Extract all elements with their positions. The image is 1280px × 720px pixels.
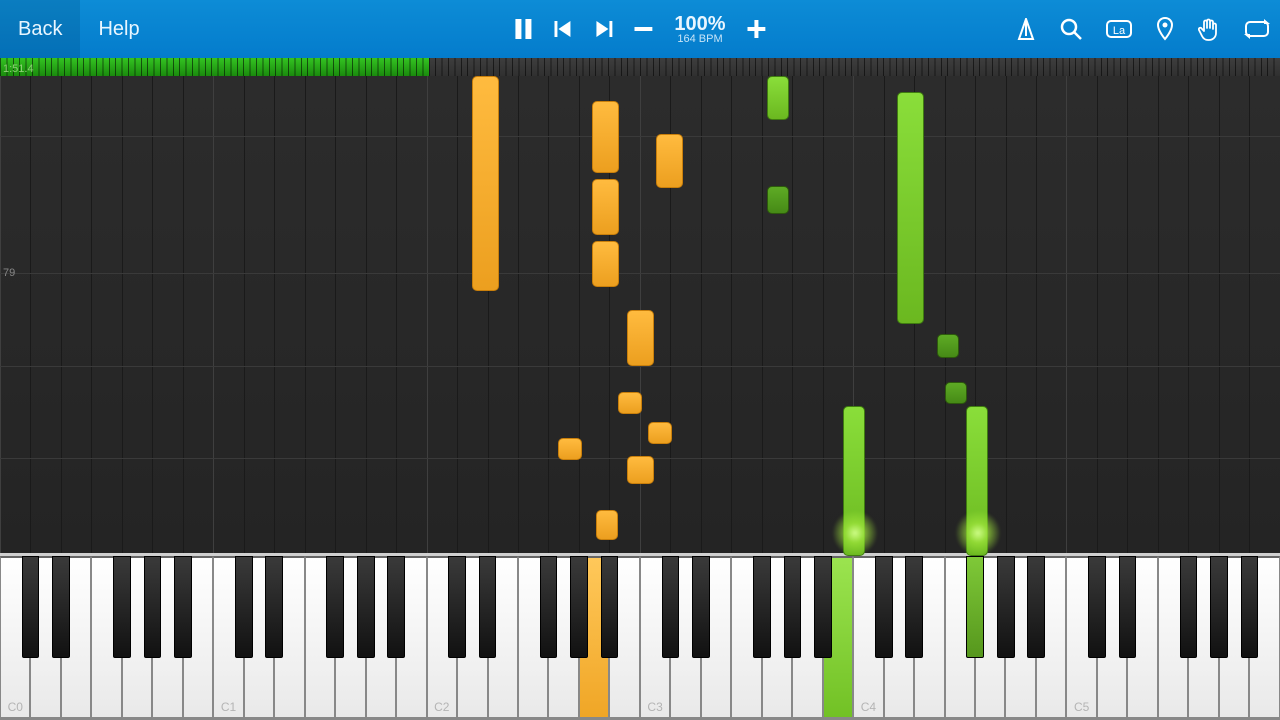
- note: [966, 406, 988, 556]
- hand-icon[interactable]: [1198, 17, 1220, 41]
- octave-label: C0: [1, 700, 29, 714]
- black-key[interactable]: [662, 556, 680, 658]
- black-key[interactable]: [905, 556, 923, 658]
- note: [558, 438, 582, 460]
- octave-label: C2: [428, 700, 456, 714]
- black-key[interactable]: [692, 556, 710, 658]
- note: [592, 179, 619, 235]
- loop-icon[interactable]: [1244, 19, 1270, 39]
- black-key[interactable]: [22, 556, 40, 658]
- black-key[interactable]: [235, 556, 253, 658]
- black-key[interactable]: [174, 556, 192, 658]
- topbar: Back Help 100% 164 BPM La: [0, 0, 1280, 58]
- octave-label: C1: [214, 700, 242, 714]
- pause-icon[interactable]: [514, 19, 532, 39]
- right-tools: La: [1016, 0, 1270, 58]
- black-key[interactable]: [1210, 556, 1228, 658]
- note-roll[interactable]: 79: [0, 76, 1280, 556]
- note: [596, 510, 618, 540]
- marker-icon[interactable]: [1156, 17, 1174, 41]
- bpm-label: 164 BPM: [677, 34, 722, 45]
- black-key[interactable]: [1180, 556, 1198, 658]
- octave-label: C5: [1067, 700, 1095, 714]
- tempo-display[interactable]: 100% 164 BPM: [674, 14, 725, 45]
- octave-label: C4: [854, 700, 882, 714]
- note: [648, 422, 672, 444]
- black-key[interactable]: [144, 556, 162, 658]
- black-key[interactable]: [265, 556, 283, 658]
- labels-icon[interactable]: La: [1106, 18, 1132, 40]
- black-key[interactable]: [875, 556, 893, 658]
- octave-label: C3: [641, 700, 669, 714]
- black-key[interactable]: [814, 556, 832, 658]
- black-key[interactable]: [1119, 556, 1137, 658]
- note: [767, 76, 789, 120]
- note: [767, 186, 789, 214]
- plus-icon[interactable]: [748, 20, 766, 38]
- note: [656, 134, 683, 188]
- svg-text:La: La: [1113, 25, 1126, 37]
- black-key[interactable]: [113, 556, 131, 658]
- minus-icon[interactable]: [634, 20, 652, 38]
- metronome-icon[interactable]: [1016, 18, 1036, 40]
- keyboard[interactable]: C0 C1 C2 C3 C4 C5: [0, 556, 1280, 720]
- next-icon[interactable]: [594, 21, 612, 37]
- row-marker: 79: [3, 267, 15, 279]
- black-key[interactable]: [387, 556, 405, 658]
- time-elapsed: 1:51.4: [3, 63, 34, 75]
- percent-label: 100%: [674, 14, 725, 34]
- black-key[interactable]: [966, 556, 984, 658]
- black-key[interactable]: [753, 556, 771, 658]
- progress-bar[interactable]: 1:51.4 5:32.5: [0, 58, 1280, 76]
- black-key[interactable]: [357, 556, 375, 658]
- black-key[interactable]: [448, 556, 466, 658]
- playback-controls: 100% 164 BPM: [514, 0, 765, 58]
- progress-ticks: [0, 58, 1280, 76]
- search-icon[interactable]: [1060, 18, 1082, 40]
- note: [618, 392, 642, 414]
- back-button[interactable]: Back: [0, 0, 80, 58]
- black-key[interactable]: [1027, 556, 1045, 658]
- black-key[interactable]: [540, 556, 558, 658]
- note: [897, 92, 924, 324]
- note: [627, 456, 654, 484]
- black-key[interactable]: [1088, 556, 1106, 658]
- help-button[interactable]: Help: [80, 0, 157, 58]
- note: [945, 382, 967, 404]
- note: [843, 406, 865, 556]
- note: [472, 76, 499, 291]
- black-key[interactable]: [326, 556, 344, 658]
- note: [627, 310, 654, 366]
- black-key[interactable]: [784, 556, 802, 658]
- black-key[interactable]: [601, 556, 619, 658]
- black-key[interactable]: [479, 556, 497, 658]
- note: [592, 241, 619, 287]
- black-key[interactable]: [1241, 556, 1259, 658]
- black-key[interactable]: [52, 556, 70, 658]
- black-key[interactable]: [997, 556, 1015, 658]
- note: [937, 334, 959, 358]
- note: [592, 101, 619, 173]
- black-key[interactable]: [570, 556, 588, 658]
- prev-icon[interactable]: [554, 21, 572, 37]
